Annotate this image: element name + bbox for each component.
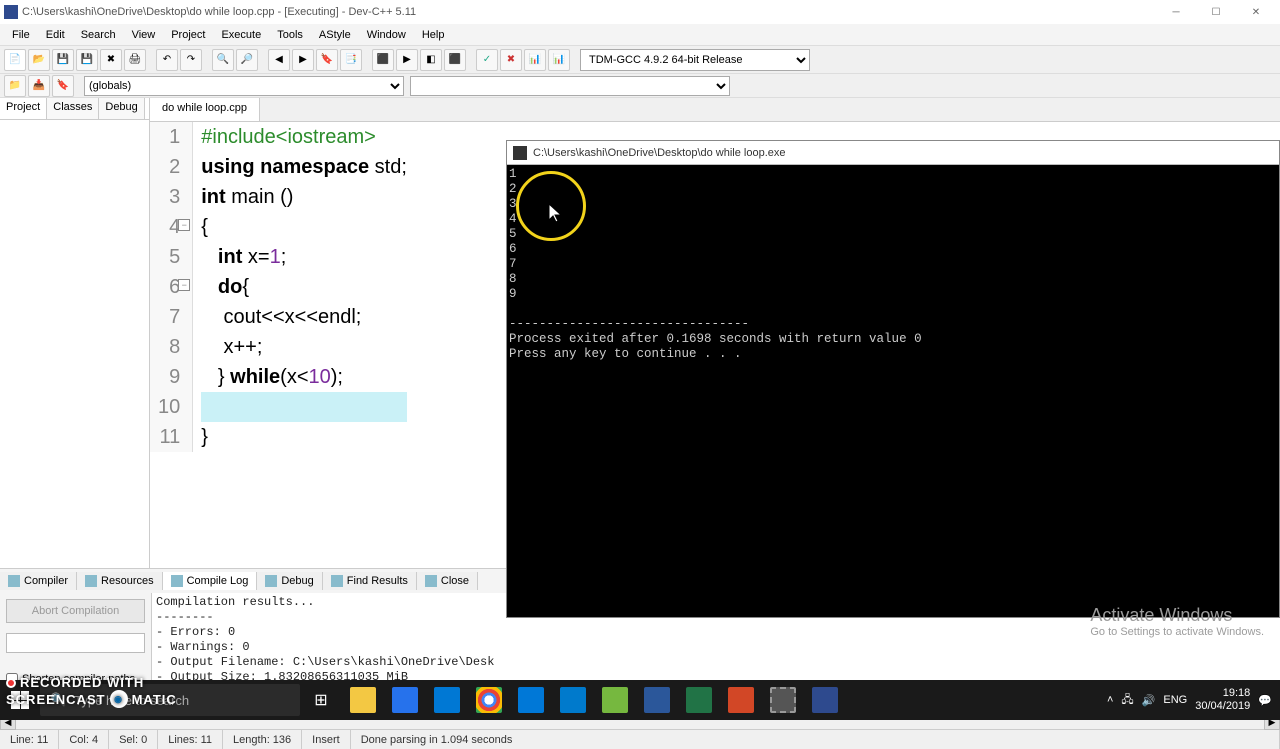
task-view-button[interactable]: ⊞	[300, 680, 342, 720]
bottom-tab-compile-log[interactable]: Compile Log	[163, 572, 258, 590]
new-project-button[interactable]: 📁	[4, 75, 26, 97]
bottom-tab-close[interactable]: Close	[417, 572, 478, 590]
minimize-button[interactable]: ─	[1156, 0, 1196, 24]
tray-network-icon[interactable]: 🖧	[1121, 691, 1133, 710]
bottom-tab-resources[interactable]: Resources	[77, 572, 163, 590]
taskbar-app-excel[interactable]	[678, 680, 720, 720]
save-button[interactable]: 💾	[52, 49, 74, 71]
taskbar-app-powerpoint[interactable]	[720, 680, 762, 720]
run-button[interactable]: ▶	[396, 49, 418, 71]
menu-edit[interactable]: Edit	[38, 27, 73, 43]
filter-input[interactable]	[6, 633, 145, 653]
rebuild-button[interactable]: ⬛	[444, 49, 466, 71]
maximize-button[interactable]: ☐	[1196, 0, 1236, 24]
tray-chevron-icon[interactable]: ˄	[1107, 694, 1113, 706]
abort-compilation-button[interactable]: Abort Compilation	[6, 599, 145, 623]
insert-button[interactable]: 📥	[28, 75, 50, 97]
titlebar: C:\Users\kashi\OneDrive\Desktop\do while…	[0, 0, 1280, 24]
screencast-watermark: RECORDED WITH	[6, 675, 144, 690]
status-line: Line: 11	[0, 730, 59, 749]
status-col: Col: 4	[59, 730, 109, 749]
compile-button[interactable]: ⬛	[372, 49, 394, 71]
taskbar-app-snip[interactable]	[762, 680, 804, 720]
console-title: C:\Users\kashi\OneDrive\Desktop\do while…	[533, 147, 786, 159]
menubar: FileEditSearchViewProjectExecuteToolsASt…	[0, 24, 1280, 46]
replace-button[interactable]: 🔎	[236, 49, 258, 71]
bottom-tab-compiler[interactable]: Compiler	[0, 572, 77, 590]
console-icon	[513, 146, 527, 160]
new-file-button[interactable]: 📄	[4, 49, 26, 71]
menu-view[interactable]: View	[124, 27, 164, 43]
menu-search[interactable]: Search	[73, 27, 124, 43]
bottom-tab-find-results[interactable]: Find Results	[323, 572, 417, 590]
status-mode: Insert	[302, 730, 351, 749]
tray-language[interactable]: ENG	[1163, 694, 1187, 706]
menu-window[interactable]: Window	[359, 27, 414, 43]
editor-tab[interactable]: do while loop.cpp	[150, 98, 260, 121]
status-length: Length: 136	[223, 730, 302, 749]
sidebar: ProjectClassesDebug	[0, 98, 150, 568]
menu-help[interactable]: Help	[414, 27, 453, 43]
system-tray[interactable]: ˄ 🖧 🔊 ENG 19:18 30/04/2019 💬	[1107, 687, 1280, 713]
console-titlebar: C:\Users\kashi\OneDrive\Desktop\do while…	[507, 141, 1279, 165]
sidebar-tab-debug[interactable]: Debug	[99, 98, 144, 119]
record-icon	[6, 678, 16, 688]
save-all-button[interactable]: 💾	[76, 49, 98, 71]
taskbar-app-explorer[interactable]	[342, 680, 384, 720]
print-button[interactable]: 🖨	[124, 49, 146, 71]
tray-notifications-icon[interactable]: 💬	[1258, 694, 1272, 707]
app-icon	[4, 5, 18, 19]
compiler-select[interactable]: TDM-GCC 4.9.2 64-bit Release	[580, 49, 810, 71]
taskbar: 🔍 Type here to search ⊞ ˄ 🖧 🔊 ENG 19:18 …	[0, 680, 1280, 720]
taskbar-app-vscode[interactable]	[552, 680, 594, 720]
menu-astyle[interactable]: AStyle	[311, 27, 359, 43]
sidebar-tab-project[interactable]: Project	[0, 98, 47, 119]
toolbar-nav: 📁 📥 🔖 (globals)	[0, 74, 1280, 98]
status-lines: Lines: 11	[158, 730, 223, 749]
taskbar-app-mail[interactable]	[426, 680, 468, 720]
toolbar-main: 📄 📂 💾 💾 ✖ 🖨 ↶ ↷ 🔍 🔎 ◀ ▶ 🔖 📑 ⬛ ▶ ◧ ⬛ ✓ ✖ …	[0, 46, 1280, 74]
close-button[interactable]: ✕	[1236, 0, 1276, 24]
forward-button[interactable]: ▶	[292, 49, 314, 71]
close-file-button[interactable]: ✖	[100, 49, 122, 71]
menu-execute[interactable]: Execute	[213, 27, 269, 43]
taskbar-app-edge[interactable]	[510, 680, 552, 720]
tray-clock[interactable]: 19:18 30/04/2019	[1195, 687, 1250, 713]
bottom-tab-debug[interactable]: Debug	[257, 572, 322, 590]
tray-volume-icon[interactable]: 🔊	[1142, 694, 1156, 707]
find-button[interactable]: 🔍	[212, 49, 234, 71]
menu-tools[interactable]: Tools	[269, 27, 311, 43]
sidebar-tab-classes[interactable]: Classes	[47, 98, 99, 119]
profile-button[interactable]: 📊	[524, 49, 546, 71]
members-select[interactable]	[410, 76, 730, 96]
window-title: C:\Users\kashi\OneDrive\Desktop\do while…	[22, 6, 416, 18]
statusbar: Line: 11 Col: 4 Sel: 0 Lines: 11 Length:…	[0, 729, 1280, 749]
bookmark-button[interactable]: 🔖	[316, 49, 338, 71]
back-button[interactable]: ◀	[268, 49, 290, 71]
taskbar-app-devcpp[interactable]	[804, 680, 846, 720]
taskbar-app-chrome[interactable]	[468, 680, 510, 720]
console-window: C:\Users\kashi\OneDrive\Desktop\do while…	[506, 140, 1280, 618]
undo-button[interactable]: ↶	[156, 49, 178, 71]
debug-button[interactable]: ✓	[476, 49, 498, 71]
goto-button[interactable]: 📑	[340, 49, 362, 71]
redo-button[interactable]: ↷	[180, 49, 202, 71]
bookmark2-button[interactable]: 🔖	[52, 75, 74, 97]
stop-button[interactable]: ✖	[500, 49, 522, 71]
menu-file[interactable]: File	[4, 27, 38, 43]
globals-select[interactable]: (globals)	[84, 76, 404, 96]
status-parse: Done parsing in 1.094 seconds	[351, 730, 1280, 749]
console-output: 1 2 3 4 5 6 7 8 9 ----------------------…	[507, 165, 1279, 364]
compile-run-button[interactable]: ◧	[420, 49, 442, 71]
delete-profile-button[interactable]: 📊	[548, 49, 570, 71]
taskbar-app-store[interactable]	[384, 680, 426, 720]
taskbar-app-word[interactable]	[636, 680, 678, 720]
status-sel: Sel: 0	[109, 730, 158, 749]
screencast-brand: SCREENCAST ◉ MATIC	[6, 690, 177, 708]
open-button[interactable]: 📂	[28, 49, 50, 71]
menu-project[interactable]: Project	[163, 27, 213, 43]
taskbar-app-torrent[interactable]	[594, 680, 636, 720]
